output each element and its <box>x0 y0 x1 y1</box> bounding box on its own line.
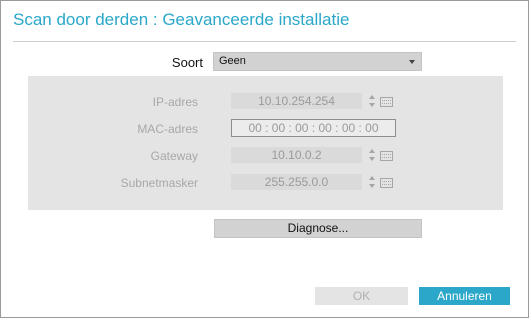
spin-up-icon <box>369 149 375 153</box>
soort-dropdown[interactable]: Geen <box>213 52 422 71</box>
ip-field: 10.10.254.254 <box>231 93 362 109</box>
subnet-label: Subnetmasker <box>120 176 198 190</box>
cancel-button[interactable]: Annuleren <box>419 287 510 305</box>
network-settings-panel: IP-adres 10.10.254.254 MAC-adres 00 : 00… <box>28 76 503 210</box>
spin-up-icon <box>369 176 375 180</box>
mac-label: MAC-adres <box>137 122 198 136</box>
soort-selected-value: Geen <box>219 55 246 67</box>
gateway-stepper <box>369 148 376 162</box>
spin-up-icon <box>369 95 375 99</box>
keyboard-icon <box>380 97 393 107</box>
spin-down-icon <box>369 157 375 161</box>
diagnose-button[interactable]: Diagnose... <box>214 219 422 238</box>
subnet-field: 255.255.0.0 <box>231 174 362 190</box>
ok-button[interactable]: OK <box>315 287 408 305</box>
mac-field: 00 : 00 : 00 : 00 : 00 : 00 <box>231 119 396 137</box>
gateway-label: Gateway <box>150 149 198 163</box>
advanced-setup-dialog: Scan door derden : Geavanceerde installa… <box>0 0 529 318</box>
spin-down-icon <box>369 184 375 188</box>
keyboard-icon <box>380 151 393 161</box>
soort-label: Soort <box>171 55 203 70</box>
title-divider <box>13 41 516 42</box>
gateway-field: 10.10.0.2 <box>231 147 362 163</box>
ip-label: IP-adres <box>152 95 198 109</box>
spin-down-icon <box>369 103 375 107</box>
subnet-stepper <box>369 175 376 189</box>
keyboard-icon <box>380 178 393 188</box>
chevron-down-icon <box>409 60 415 64</box>
dialog-title: Scan door derden : Geavanceerde installa… <box>13 10 350 29</box>
ip-stepper <box>369 94 376 108</box>
